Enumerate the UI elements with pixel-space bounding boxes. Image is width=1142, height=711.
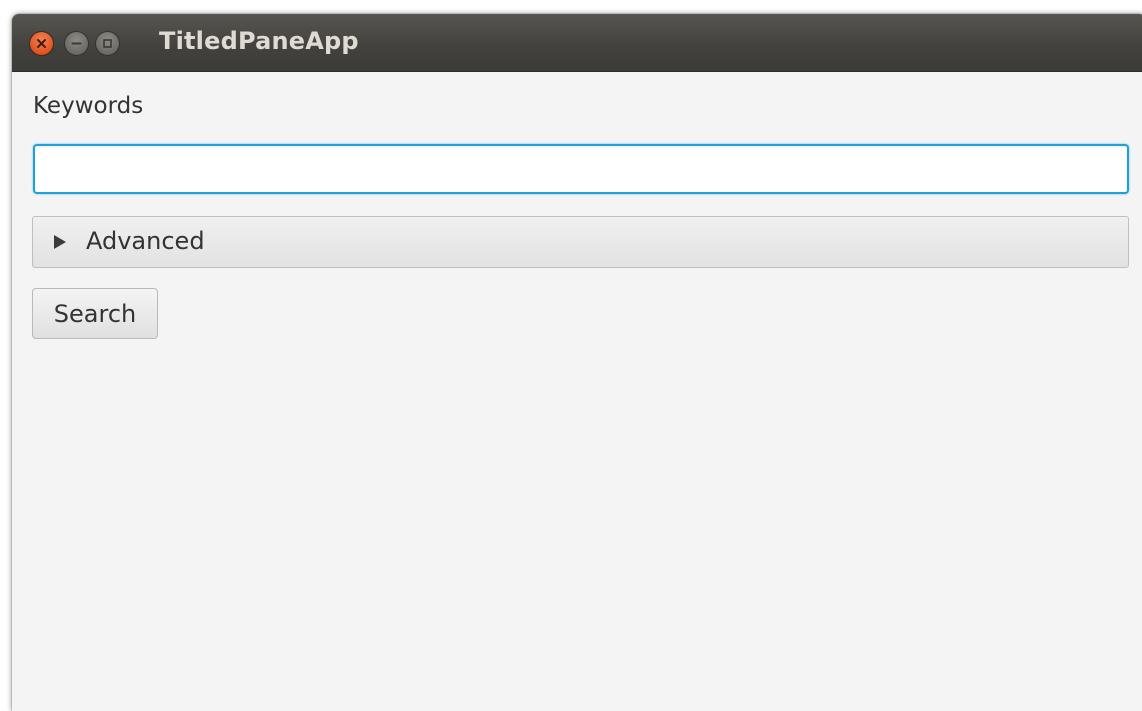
maximize-icon bbox=[103, 39, 112, 48]
advanced-titled-pane[interactable]: Advanced bbox=[32, 216, 1129, 268]
window-title: TitledPaneApp bbox=[159, 27, 359, 55]
collapsed-arrow-icon bbox=[54, 235, 66, 249]
search-button[interactable]: Search bbox=[32, 288, 158, 339]
keywords-label: Keywords bbox=[33, 93, 144, 119]
advanced-pane-title: Advanced bbox=[86, 227, 205, 255]
minimize-icon bbox=[71, 42, 82, 45]
app-window: TitledPaneApp Keywords Advanced Search bbox=[12, 14, 1142, 711]
maximize-window-button[interactable] bbox=[95, 31, 120, 56]
title-bar[interactable]: TitledPaneApp bbox=[12, 14, 1142, 72]
close-window-button[interactable] bbox=[29, 31, 54, 56]
keywords-input[interactable] bbox=[33, 144, 1129, 194]
close-icon bbox=[37, 39, 46, 48]
main-content: Keywords Advanced Search bbox=[12, 72, 1142, 711]
minimize-window-button[interactable] bbox=[64, 31, 89, 56]
